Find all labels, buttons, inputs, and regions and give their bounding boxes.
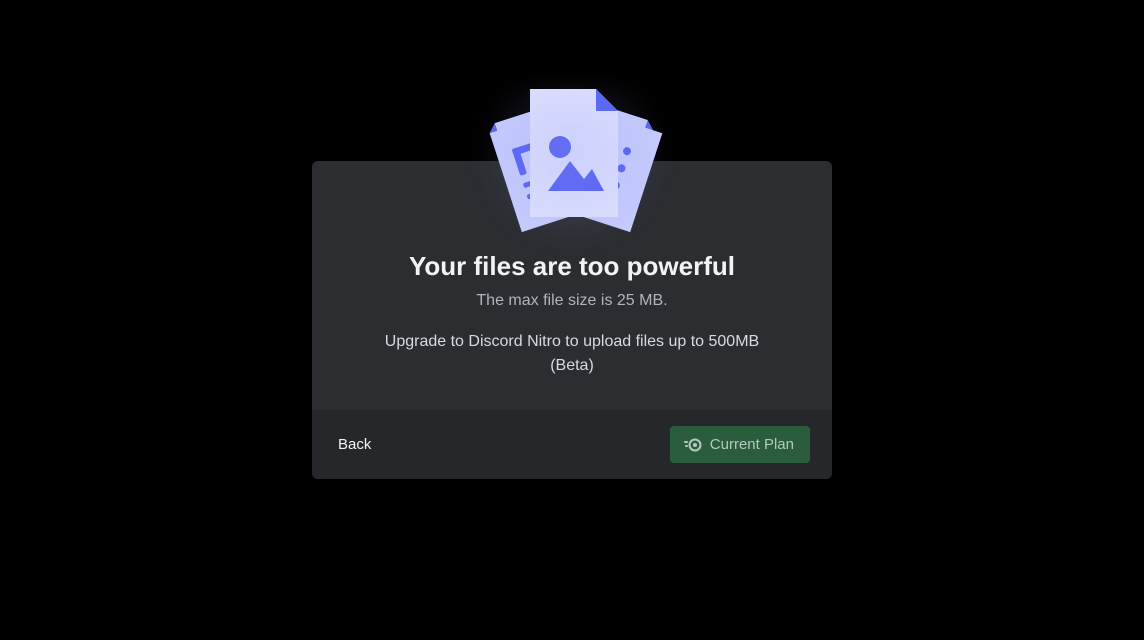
current-plan-label: Current Plan xyxy=(710,436,794,453)
dialog-title: Your files are too powerful xyxy=(340,251,804,282)
back-button[interactable]: Back xyxy=(334,428,375,461)
files-stack-icon xyxy=(462,81,682,241)
current-plan-button[interactable]: Current Plan xyxy=(670,426,810,463)
dialog-footer: Back Current Plan xyxy=(312,410,832,479)
upload-error-dialog: Your files are too powerful The max file… xyxy=(312,161,832,479)
dialog-body: Your files are too powerful The max file… xyxy=(312,161,832,410)
dialog-upgrade-text: Upgrade to Discord Nitro to upload files… xyxy=(367,330,777,378)
dialog-subtitle: The max file size is 25 MB. xyxy=(340,292,804,310)
nitro-icon xyxy=(684,438,702,452)
